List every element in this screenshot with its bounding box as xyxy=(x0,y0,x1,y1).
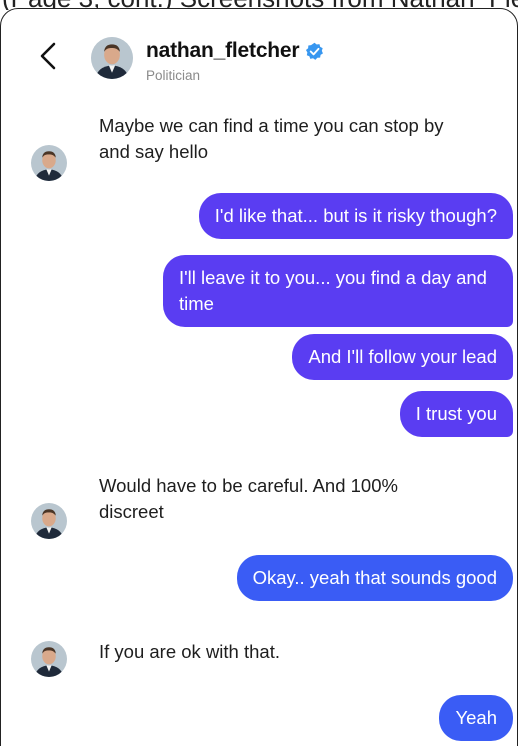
verified-badge-icon xyxy=(306,42,324,60)
outgoing-message[interactable]: Yeah xyxy=(439,695,513,741)
message-text: Would have to be careful. And 100% discr… xyxy=(99,475,398,522)
message-text: Maybe we can find a time you can stop by… xyxy=(99,115,444,162)
sender-avatar[interactable] xyxy=(31,641,67,677)
username[interactable]: nathan_fletcher xyxy=(146,39,300,63)
profile-avatar[interactable] xyxy=(91,37,133,79)
outgoing-message[interactable]: I'd like that... but is it risky though? xyxy=(198,193,513,239)
chevron-left-icon xyxy=(40,42,56,70)
profile-subtitle: Politician xyxy=(146,68,201,83)
back-button[interactable] xyxy=(35,39,61,73)
chat-window: nathan_fletcher Politician Maybe we can … xyxy=(0,8,518,746)
sender-avatar[interactable] xyxy=(31,503,67,539)
outgoing-message[interactable]: I trust you xyxy=(399,391,513,437)
message-text: If you are ok with that. xyxy=(99,641,280,662)
outgoing-message[interactable]: I'll leave it to you... you find a day a… xyxy=(163,255,513,327)
username-row[interactable]: nathan_fletcher xyxy=(146,39,324,63)
outgoing-message[interactable]: And I'll follow your lead xyxy=(292,334,513,380)
outgoing-message[interactable]: Okay.. yeah that sounds good xyxy=(236,555,513,601)
chat-header: nathan_fletcher Politician xyxy=(1,9,517,91)
sender-avatar[interactable] xyxy=(31,145,67,181)
